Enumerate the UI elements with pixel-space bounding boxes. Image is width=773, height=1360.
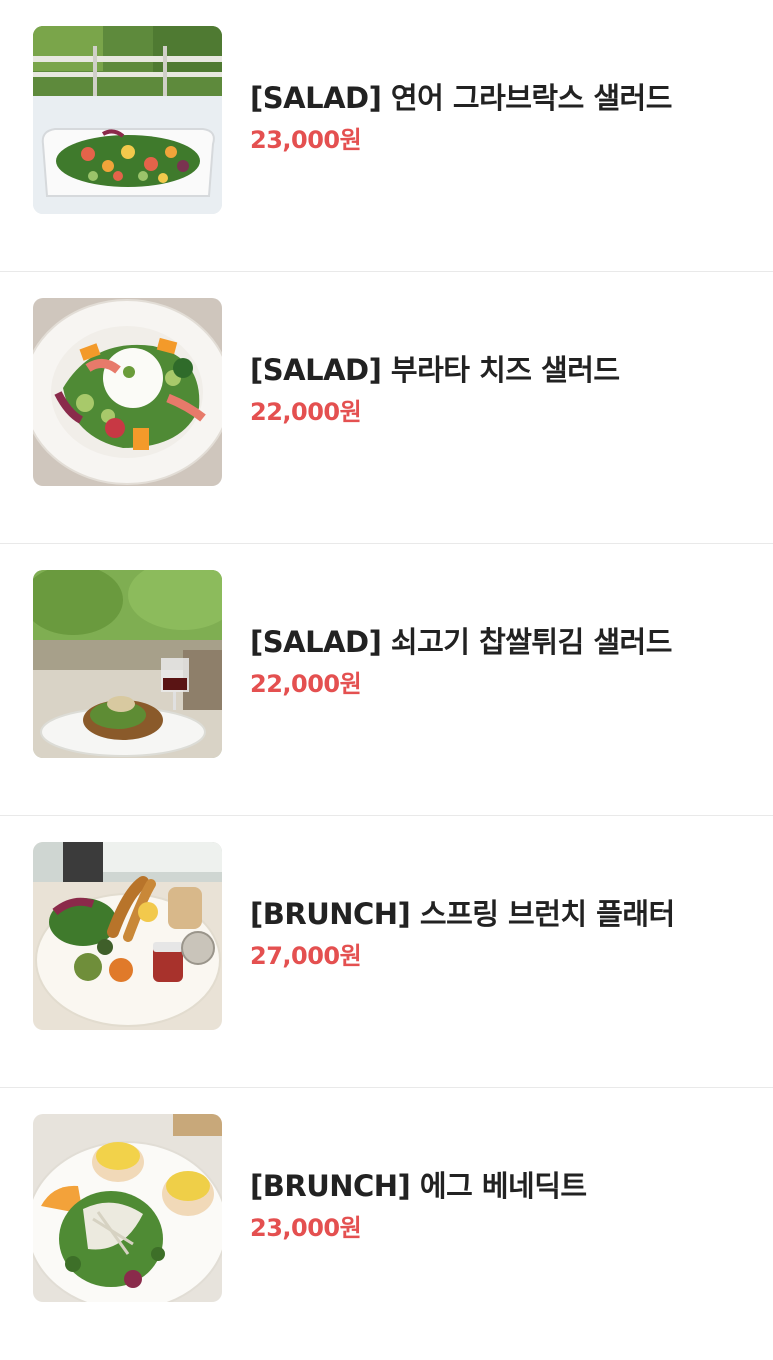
menu-item-price: 27,000원 [250,942,362,970]
spring-brunch-platter-photo[interactable] [33,842,222,1030]
menu-item-info: [BRUNCH] 스프링 브런치 플래터 27,000원 [250,896,750,971]
menu-item-name: [BRUNCH] 스프링 브런치 플래터 [250,897,675,931]
menu-item-info: [BRUNCH] 에그 베네딕트 23,000원 [250,1168,750,1243]
menu-list: [SALAD] 연어 그라브락스 샐러드 23,000원 [SALAD] 부라타… [0,0,773,1360]
eggs-benedict-photo[interactable] [33,1114,222,1302]
beef-fried-salad-photo[interactable] [33,570,222,758]
menu-item-name: [SALAD] 부라타 치즈 샐러드 [250,353,620,387]
menu-item-beef-salad[interactable]: [SALAD] 쇠고기 찹쌀튀김 샐러드 22,000원 [0,544,773,816]
menu-item-info: [SALAD] 쇠고기 찹쌀튀김 샐러드 22,000원 [250,624,750,699]
menu-item-info: [SALAD] 부라타 치즈 샐러드 22,000원 [250,352,750,427]
burrata-cheese-salad-photo[interactable] [33,298,222,486]
menu-item-price: 22,000원 [250,670,362,698]
menu-item-name: [BRUNCH] 에그 베네딕트 [250,1169,587,1203]
menu-item-salmon-gravlax-salad[interactable]: [SALAD] 연어 그라브락스 샐러드 23,000원 [0,0,773,272]
menu-item-brunch-platter[interactable]: [BRUNCH] 스프링 브런치 플래터 27,000원 [0,816,773,1088]
menu-item-burrata-salad[interactable]: [SALAD] 부라타 치즈 샐러드 22,000원 [0,272,773,544]
menu-item-name: [SALAD] 쇠고기 찹쌀튀김 샐러드 [250,625,672,659]
menu-item-price: 23,000원 [250,126,362,154]
menu-item-info: [SALAD] 연어 그라브락스 샐러드 23,000원 [250,80,750,155]
menu-item-price: 22,000원 [250,398,362,426]
menu-item-eggs-benedict[interactable]: [BRUNCH] 에그 베네딕트 23,000원 [0,1088,773,1360]
menu-item-name: [SALAD] 연어 그라브락스 샐러드 [250,81,672,115]
salmon-gravlax-salad-photo[interactable] [33,26,222,214]
menu-item-price: 23,000원 [250,1214,362,1242]
